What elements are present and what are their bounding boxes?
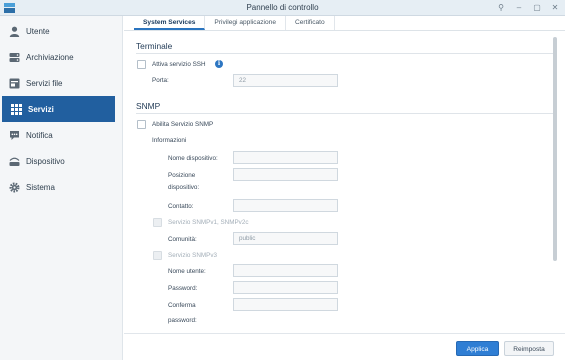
sidebar-item-label: Servizi — [28, 104, 54, 114]
apply-button[interactable]: Applica — [456, 341, 499, 356]
community-label: Comunità: — [168, 236, 197, 243]
password-label: Password: — [168, 285, 198, 292]
snmpv1-v2c-checkbox[interactable] — [153, 218, 162, 227]
sidebar-item-label: Dispositivo — [26, 156, 65, 166]
device-icon — [9, 157, 20, 166]
snmpv1-v2c-label: Servizio SNMPv1, SNMPv2c — [168, 219, 249, 226]
info-icon[interactable]: i — [215, 60, 223, 68]
sidebar-item-servizi-file[interactable]: Servizi file — [0, 70, 123, 96]
reset-button[interactable]: Reimposta — [504, 341, 554, 356]
tab-certificato[interactable]: Certificato — [286, 16, 335, 30]
notification-icon — [10, 130, 19, 140]
user-icon — [9, 26, 20, 37]
device-position-input[interactable] — [233, 168, 338, 181]
sidebar-item-label: Utente — [26, 26, 50, 36]
window-controls: ⚲ – ▢ ✕ — [497, 3, 559, 12]
information-label: Informazioni — [152, 137, 187, 144]
contact-label: Contatto: — [168, 203, 194, 210]
device-position-label-line2: dispositivo: — [168, 184, 200, 191]
section-divider — [136, 53, 554, 54]
sidebar-item-label: Servizi file — [26, 78, 63, 88]
sidebar-item-label: Archiviazione — [26, 52, 74, 62]
snmp-enable-checkbox[interactable] — [137, 120, 146, 129]
snmpv3-checkbox[interactable] — [153, 251, 162, 260]
terminal-heading: Terminale — [136, 41, 173, 51]
device-position-label: Posizione — [168, 172, 196, 179]
contact-input[interactable] — [233, 199, 338, 212]
vertical-scrollbar[interactable] — [553, 37, 557, 261]
storage-icon — [9, 52, 20, 62]
password-input[interactable] — [233, 281, 338, 294]
sidebar-item-utente[interactable]: Utente — [0, 18, 123, 44]
sidebar-item-label: Sistema — [26, 182, 55, 192]
device-name-label: Nome dispositivo: — [168, 155, 218, 162]
tab-privilegi-applicazione[interactable]: Privilegi applicazione — [205, 16, 286, 30]
sidebar-item-servizi[interactable]: Servizi — [2, 96, 115, 122]
section-divider — [136, 113, 554, 114]
device-name-input[interactable] — [233, 151, 338, 164]
sidebar-item-label: Notifica — [26, 130, 53, 140]
username-input[interactable] — [233, 264, 338, 277]
close-icon[interactable]: ✕ — [551, 3, 559, 12]
settings-content: Terminale Attiva servizio SSH i Porta: 2… — [124, 31, 565, 333]
confirm-password-input[interactable] — [233, 298, 338, 311]
snmp-enable-label: Abilita Servizio SNMP — [152, 121, 214, 128]
snmp-heading: SNMP — [136, 101, 161, 111]
community-input[interactable]: public — [233, 232, 338, 245]
ssh-enable-label: Attiva servizio SSH — [152, 61, 206, 68]
title-bar: Pannello di controllo ⚲ – ▢ ✕ — [0, 0, 565, 16]
port-label: Porta: — [152, 77, 169, 84]
services-grid-icon — [11, 103, 22, 115]
window-title: Pannello di controllo — [246, 3, 319, 12]
port-input[interactable]: 22 — [233, 74, 338, 87]
sidebar-item-notifica[interactable]: Notifica — [0, 122, 123, 148]
file-services-icon — [9, 78, 20, 88]
maximize-icon[interactable]: ▢ — [533, 3, 541, 12]
gear-icon — [9, 182, 20, 192]
sidebar-item-archiviazione[interactable]: Archiviazione — [0, 44, 123, 70]
ssh-enable-checkbox[interactable] — [137, 60, 146, 69]
sidebar-item-dispositivo[interactable]: Dispositivo — [0, 148, 123, 174]
username-label: Nome utente: — [168, 268, 206, 275]
sidebar: Utente Archiviazione Servizi file Serviz… — [0, 16, 123, 360]
snmpv3-label: Servizio SNMPv3 — [168, 252, 217, 259]
confirm-password-label-line2: password: — [168, 317, 197, 324]
confirm-password-label: Conferma — [168, 302, 196, 309]
tab-bar: System Services Privilegi applicazione C… — [134, 16, 335, 30]
pin-icon[interactable]: ⚲ — [497, 3, 505, 12]
minimize-icon[interactable]: – — [515, 3, 523, 12]
tab-system-services[interactable]: System Services — [134, 16, 206, 30]
sidebar-item-sistema[interactable]: Sistema — [0, 174, 123, 200]
